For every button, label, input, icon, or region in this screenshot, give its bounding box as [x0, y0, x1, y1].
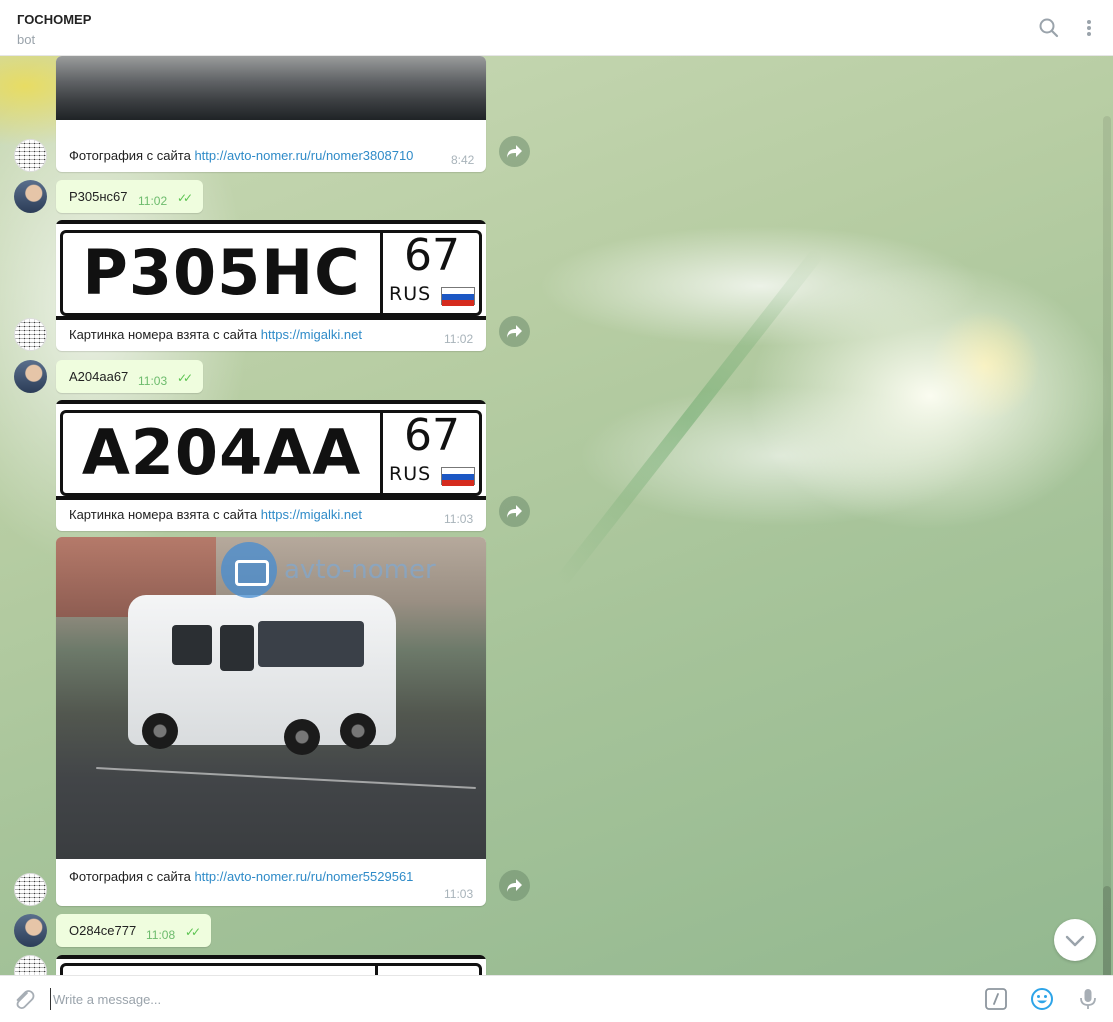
plate-image[interactable]: Р305НС 67 RUS [56, 224, 486, 324]
more-vertical-icon[interactable] [1078, 17, 1100, 39]
plate-region: 67 [404, 230, 460, 281]
message-time: 11:03 [444, 512, 474, 526]
license-plate: Р305НС 67 RUS [60, 230, 482, 316]
message-photo[interactable]: avto-nomer Фотография с сайта http://avt… [56, 537, 486, 906]
message-text: Фотография с сайта http://avto-nomer.ru/… [69, 869, 414, 884]
bot-avatar[interactable] [14, 955, 47, 975]
message-link[interactable]: http://avto-nomer.ru/ru/nomer3808710 [194, 148, 413, 163]
scrollbar-thumb[interactable] [1103, 886, 1111, 975]
forward-icon[interactable] [499, 316, 530, 347]
photo-watermark: avto-nomer [284, 555, 436, 585]
wallpaper-stem [554, 247, 825, 588]
message-text: Картинка номера взята с сайта https://mi… [69, 327, 362, 342]
message-link[interactable]: http://avto-nomer.ru/ru/nomer5529561 [194, 869, 413, 884]
message-time: 11:02 [138, 194, 168, 208]
message-text: Р305нс67 [69, 189, 128, 204]
search-icon[interactable] [1038, 17, 1060, 39]
message-time: 11:03 [138, 374, 168, 388]
bot-command-icon[interactable] [983, 986, 1009, 1012]
forward-icon[interactable] [499, 870, 530, 901]
message-time: 11:03 [444, 887, 474, 901]
photo-preview[interactable] [56, 56, 486, 120]
message-photo[interactable]: Фотография с сайта http://avto-nomer.ru/… [56, 56, 486, 172]
plate-border [56, 316, 486, 320]
plate-border [56, 496, 486, 500]
chat-scrollbar[interactable] [1103, 116, 1111, 975]
forward-icon[interactable] [499, 496, 530, 527]
message-outgoing[interactable]: Р305нс67 11:02 ✓✓ [56, 180, 203, 213]
plate-region: 67 [404, 410, 460, 461]
message-text: Фотография с сайта http://avto-nomer.ru/… [69, 148, 414, 163]
message-text: Картинка номера взята с сайта https://mi… [69, 507, 362, 522]
chat-history[interactable]: Фотография с сайта http://avto-nomer.ru/… [0, 56, 1113, 975]
van-window [172, 625, 212, 665]
chat-header: ГОСНОМЕР bot [0, 0, 1113, 56]
message-text: А204аа67 [69, 369, 129, 384]
van-wheel [284, 719, 320, 755]
read-ticks-icon: ✓✓ [177, 191, 193, 205]
read-ticks-icon: ✓✓ [177, 371, 193, 385]
van-window [220, 625, 254, 671]
message-composer [0, 975, 1113, 1022]
message-outgoing[interactable]: А204аа67 11:03 ✓✓ [56, 360, 203, 393]
russia-flag-icon [441, 467, 475, 486]
plate-border [56, 955, 486, 959]
chat-subtitle: bot [17, 32, 36, 47]
message-time: 11:02 [444, 332, 474, 346]
photo-preview[interactable]: avto-nomer [56, 537, 486, 859]
message-input[interactable] [50, 988, 950, 1010]
user-avatar[interactable] [14, 914, 47, 947]
plate-number: А204АА [63, 413, 383, 493]
plate-image[interactable]: А204АА 67 RUS [56, 404, 486, 504]
microphone-icon[interactable] [1075, 986, 1101, 1012]
message-link[interactable]: https://migalki.net [261, 507, 362, 522]
plate-region-block: 67 RUS [385, 230, 479, 313]
forward-icon[interactable] [499, 136, 530, 167]
license-plate: А204АА 67 RUS [60, 410, 482, 496]
user-avatar[interactable] [14, 180, 47, 213]
emoji-icon[interactable] [1029, 986, 1055, 1012]
van-wheel [340, 713, 376, 749]
bot-avatar[interactable] [14, 873, 47, 906]
plate-number: Р305НС [63, 233, 383, 313]
message-link[interactable]: https://migalki.net [261, 327, 362, 342]
plate-region-block: 67 RUS [385, 410, 479, 493]
scroll-down-button[interactable] [1054, 919, 1096, 961]
bot-avatar[interactable] [14, 139, 47, 172]
attach-icon[interactable] [11, 986, 37, 1012]
van-windshield [258, 621, 364, 667]
chat-title[interactable]: ГОСНОМЕР [17, 12, 91, 27]
plate-country: RUS [389, 463, 432, 485]
message-text: О284се777 [69, 923, 137, 938]
user-avatar[interactable] [14, 360, 47, 393]
russia-flag-icon [441, 287, 475, 306]
license-plate [60, 963, 482, 975]
plate-divider [375, 966, 378, 975]
photo-road-line [96, 767, 476, 789]
message-outgoing[interactable]: О284се777 11:08 ✓✓ [56, 914, 211, 947]
photo-van [128, 595, 396, 755]
camera-watermark-icon [221, 542, 277, 598]
van-wheel [142, 713, 178, 749]
message-plate-image[interactable] [56, 955, 486, 975]
read-ticks-icon: ✓✓ [185, 925, 201, 939]
message-time: 8:42 [451, 153, 475, 167]
message-plate-image[interactable]: А204АА 67 RUS Картинка номера взята с са… [56, 400, 486, 531]
chevron-down-icon [1065, 935, 1085, 947]
message-plate-image[interactable]: Р305НС 67 RUS Картинка номера взята с са… [56, 220, 486, 351]
message-time: 11:08 [146, 928, 176, 942]
plate-country: RUS [389, 283, 432, 305]
bot-avatar[interactable] [14, 318, 47, 351]
